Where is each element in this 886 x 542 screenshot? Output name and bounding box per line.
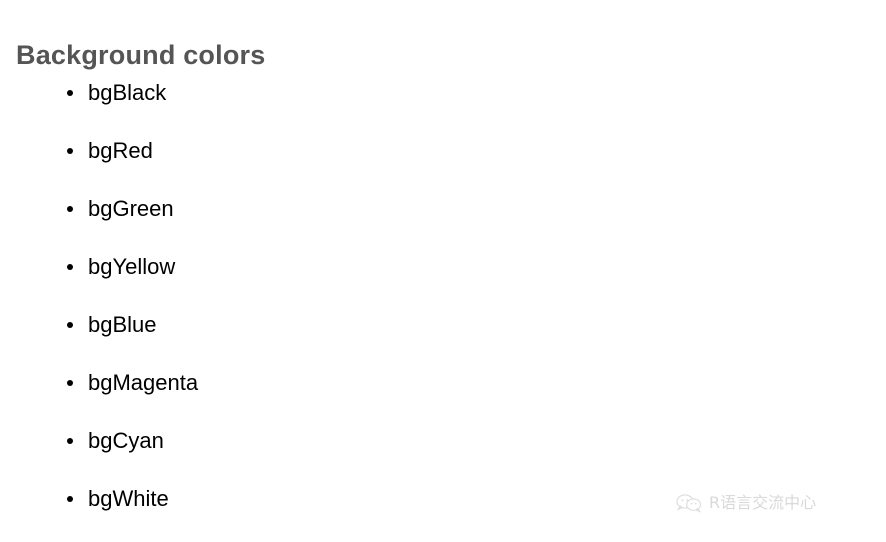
list-item: bgCyan <box>0 426 198 484</box>
list-item-label: bgWhite <box>88 486 169 511</box>
watermark: R语言交流中心 <box>676 492 816 514</box>
list-item-label: bgGreen <box>88 196 174 221</box>
list-item: bgBlack <box>0 78 198 136</box>
bullet-icon <box>67 148 73 154</box>
bullet-icon <box>67 496 73 502</box>
list-item-label: bgMagenta <box>88 370 199 395</box>
list-item-label: bgBlack <box>88 80 167 105</box>
background-colors-list: bgBlack bgRed bgGreen bgYellow bgBlue bg… <box>0 78 198 542</box>
bullet-icon <box>67 438 73 444</box>
list-item: bgMagenta <box>0 368 198 426</box>
bullet-icon <box>67 322 73 328</box>
page-canvas: Background colors bgBlack bgRed bgGreen … <box>0 0 886 540</box>
bullet-icon <box>67 380 73 386</box>
list-item: bgBlue <box>0 310 198 368</box>
wechat-bubbles-icon <box>676 492 702 514</box>
bullet-icon <box>67 90 73 96</box>
list-item-label: bgCyan <box>88 428 164 453</box>
list-item-label: bgRed <box>88 138 153 163</box>
list-item-label: bgBlue <box>88 312 157 337</box>
bullet-icon <box>67 206 73 212</box>
list-item-label: bgYellow <box>88 254 176 279</box>
page-title: Background colors <box>16 40 266 71</box>
list-item: bgRed <box>0 136 198 194</box>
list-item: bgGreen <box>0 194 198 252</box>
list-item: bgWhite <box>0 484 198 542</box>
watermark-label: R语言交流中心 <box>709 493 817 512</box>
bullet-icon <box>67 264 73 270</box>
list-item: bgYellow <box>0 252 198 310</box>
